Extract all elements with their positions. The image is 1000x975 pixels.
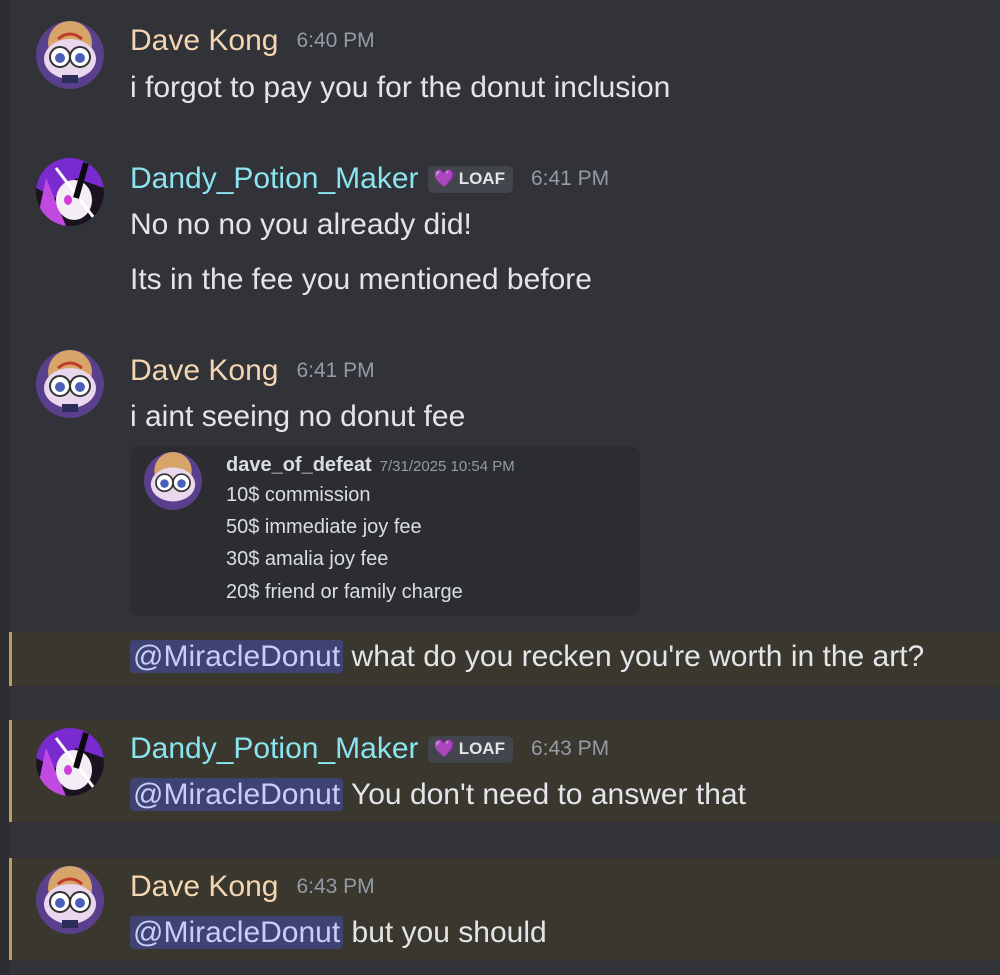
scroll-gutter <box>0 0 9 975</box>
timestamp: 6:41 PM <box>296 359 375 382</box>
avatar-dave-kong[interactable] <box>36 21 104 89</box>
message-text: i forgot to pay you for the donut inclus… <box>130 71 671 104</box>
message-text: @MiracleDonut but you should <box>130 916 547 950</box>
embed-line: 10$ commission <box>226 484 371 506</box>
message: Dave Kong 6:43 PM @MiracleDonut but you … <box>9 858 1000 960</box>
message: Dandy_Potion_Maker 💜 LOAF 6:43 PM @Mirac… <box>9 720 1000 822</box>
embed-author: dave_of_defeat 7/31/2025 10:54 PM <box>226 454 515 477</box>
author-name[interactable]: Dandy_Potion_Maker <box>130 162 419 196</box>
heart-icon: 💜 <box>433 169 455 188</box>
message-text: @MiracleDonut You don't need to answer t… <box>130 778 746 812</box>
message: Dandy_Potion_Maker 💜 LOAF 6:41 PM No no … <box>9 140 1000 310</box>
author-name[interactable]: Dave Kong <box>130 870 278 904</box>
server-tag[interactable]: 💜 LOAF <box>427 165 513 193</box>
message-continuation: @MiracleDonut what do you recken you're … <box>9 632 1000 686</box>
author-name[interactable]: Dandy_Potion_Maker <box>130 732 419 766</box>
embed-line: 50$ immediate joy fee <box>226 516 422 538</box>
server-tag-label: LOAF <box>458 739 505 758</box>
message-text-rest: what do you recken you're worth in the a… <box>343 640 925 673</box>
avatar-dandy-potion-maker[interactable] <box>36 158 104 226</box>
embed-author-name: dave_of_defeat <box>226 454 372 476</box>
user-mention[interactable]: @MiracleDonut <box>130 916 344 949</box>
timestamp: 6:41 PM <box>530 167 610 190</box>
avatar-dave-kong[interactable] <box>36 350 104 418</box>
timestamp: 6:43 PM <box>296 875 375 898</box>
author-name[interactable]: Dave Kong <box>130 354 278 388</box>
heart-icon: 💜 <box>433 739 455 758</box>
message: Dave Kong 6:40 PM i forgot to pay you fo… <box>9 0 1000 120</box>
embed-avatar <box>144 452 202 510</box>
message-text: Its in the fee you mentioned before <box>130 263 592 296</box>
message-text: i aint seeing no donut fee <box>130 400 466 433</box>
author-name[interactable]: Dave Kong <box>130 24 278 58</box>
timestamp: 6:43 PM <box>530 737 610 760</box>
user-mention[interactable]: @MiracleDonut <box>130 640 344 673</box>
user-mention[interactable]: @MiracleDonut <box>130 778 344 811</box>
server-tag-label: LOAF <box>458 169 505 188</box>
avatar-dave-kong[interactable] <box>36 866 104 934</box>
timestamp: 6:40 PM <box>296 29 375 52</box>
message-text: No no no you already did! <box>130 208 472 241</box>
avatar-dandy-potion-maker[interactable] <box>36 728 104 796</box>
message-text-rest: but you should <box>343 916 547 949</box>
message-text: @MiracleDonut what do you recken you're … <box>130 640 924 674</box>
embed-line: 20$ friend or family charge <box>226 581 463 603</box>
message-text-rest: You don't need to answer that <box>343 778 746 811</box>
attached-screenshot[interactable]: dave_of_defeat 7/31/2025 10:54 PM 10$ com… <box>130 446 640 616</box>
embed-timestamp: 7/31/2025 10:54 PM <box>379 458 515 475</box>
server-tag[interactable]: 💜 LOAF <box>427 735 513 763</box>
embed-line: 30$ amalia joy fee <box>226 548 389 570</box>
